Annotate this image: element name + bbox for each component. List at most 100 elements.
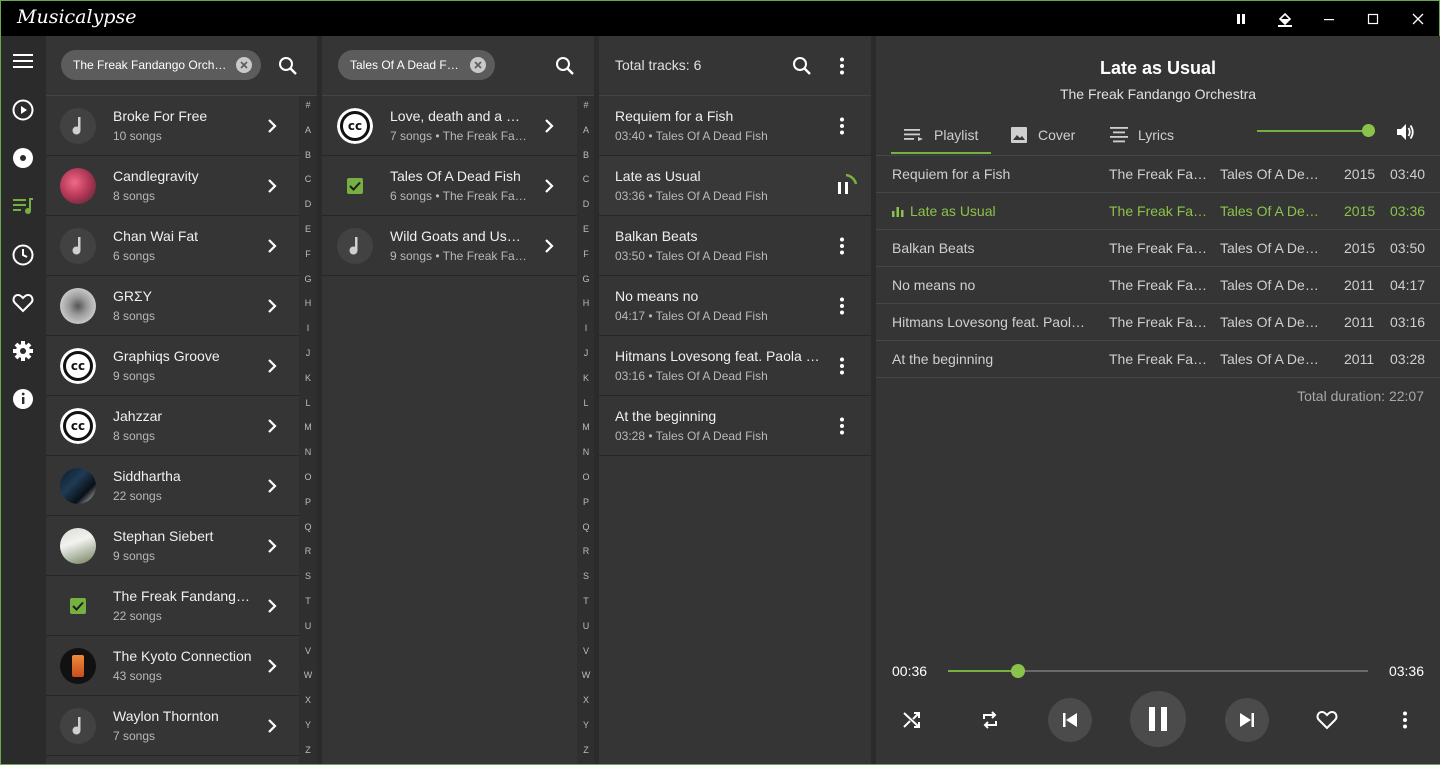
track-search-button[interactable] [787, 51, 817, 81]
theme-button[interactable] [1270, 5, 1300, 33]
artist-list-item[interactable]: GRΣY 8 songs [46, 276, 299, 336]
titlebar-pause-button[interactable] [1226, 5, 1256, 33]
alphabet-letter[interactable]: K [299, 373, 317, 383]
chevron-right-icon[interactable] [260, 174, 284, 198]
favorite-button[interactable] [1313, 706, 1341, 734]
artist-list-item[interactable]: Stephan Siebert 9 songs [46, 516, 299, 576]
playlist-row[interactable]: At the beginning The Freak Fandango Orche… [876, 341, 1440, 378]
alphabet-letter[interactable]: X [299, 695, 317, 705]
artist-list-item[interactable]: The Kyoto Connection 43 songs [46, 636, 299, 696]
alphabet-letter[interactable]: O [577, 472, 594, 482]
alphabet-letter[interactable]: T [577, 596, 594, 606]
volume-button[interactable] [1392, 119, 1418, 145]
track-list-item[interactable]: Hitmans Lovesong feat. Paola Giannini 03:… [599, 336, 871, 396]
alphabet-letter[interactable]: D [577, 199, 594, 209]
alphabet-letter[interactable]: J [299, 348, 317, 358]
alphabet-letter[interactable]: I [577, 323, 594, 333]
artist-alphabet-index[interactable]: # A B C D E F G H I J K L M N O P Q R S T U V W X Y Z [299, 96, 317, 764]
menu-button[interactable] [8, 46, 38, 76]
album-list-item[interactable]: cc Love, death and a dream 7 songs • The F… [322, 96, 577, 156]
alphabet-letter[interactable]: H [577, 298, 594, 308]
tab-cover[interactable]: Cover [1010, 116, 1075, 154]
alphabet-letter[interactable]: R [299, 546, 317, 556]
track-list-item[interactable]: No means no 04:17 • Tales Of A Dead Fish [599, 276, 871, 336]
volume-slider[interactable] [1257, 124, 1375, 137]
alphabet-letter[interactable]: Y [577, 720, 594, 730]
alphabet-letter[interactable]: W [577, 670, 594, 680]
alphabet-letter[interactable]: G [577, 274, 594, 284]
alphabet-letter[interactable]: Q [299, 522, 317, 532]
alphabet-letter[interactable]: R [577, 546, 594, 556]
alphabet-letter[interactable]: Y [299, 720, 317, 730]
next-button[interactable] [1225, 698, 1269, 742]
chevron-right-icon[interactable] [260, 114, 284, 138]
chevron-right-icon[interactable] [537, 174, 561, 198]
track-list-item[interactable]: Late as Usual 03:36 • Tales Of A Dead Fis… [599, 156, 871, 216]
alphabet-letter[interactable]: T [299, 596, 317, 606]
nav-library[interactable] [8, 191, 38, 221]
chevron-right-icon[interactable] [260, 294, 284, 318]
artist-list-item[interactable]: The Freak Fandango Orchestra 22 songs [46, 576, 299, 636]
chevron-right-icon[interactable] [260, 414, 284, 438]
shuffle-button[interactable] [898, 706, 926, 734]
nav-albums[interactable] [8, 143, 38, 173]
seek-bar-thumb[interactable] [1011, 664, 1026, 678]
alphabet-letter[interactable]: D [299, 199, 317, 209]
chevron-right-icon[interactable] [260, 474, 284, 498]
alphabet-letter[interactable]: M [577, 422, 594, 432]
playlist-row[interactable]: No means no The Freak Fandango Orchestra T… [876, 267, 1440, 304]
artist-filter-chip[interactable]: The Freak Fandango Orchestra [61, 50, 261, 80]
chevron-right-icon[interactable] [260, 714, 284, 738]
alphabet-letter[interactable]: U [577, 621, 594, 631]
alphabet-letter[interactable]: # [299, 100, 317, 110]
chevron-right-icon[interactable] [260, 234, 284, 258]
alphabet-letter[interactable]: A [299, 125, 317, 135]
album-search-button[interactable] [550, 51, 580, 81]
alphabet-letter[interactable]: W [299, 670, 317, 680]
alphabet-letter[interactable]: K [577, 373, 594, 383]
playlist-row[interactable]: Balkan Beats The Freak Fandango Orchestra… [876, 230, 1440, 267]
chip-clear-icon[interactable] [470, 57, 486, 73]
tab-playlist[interactable]: Playlist [904, 116, 978, 154]
alphabet-letter[interactable]: A [577, 125, 594, 135]
alphabet-letter[interactable]: L [299, 398, 317, 408]
artist-list-item[interactable]: Candlegravity 8 songs [46, 156, 299, 216]
alphabet-letter[interactable]: V [299, 646, 317, 656]
track-menu-button[interactable] [830, 354, 854, 378]
chevron-right-icon[interactable] [260, 594, 284, 618]
alphabet-letter[interactable]: E [577, 224, 594, 234]
alphabet-letter[interactable]: O [299, 472, 317, 482]
track-menu-button[interactable] [830, 234, 854, 258]
track-menu-button[interactable] [830, 294, 854, 318]
alphabet-letter[interactable]: S [299, 571, 317, 581]
alphabet-letter[interactable]: C [577, 174, 594, 184]
play-pause-button[interactable] [1130, 691, 1186, 747]
artist-list-item[interactable]: Waylon Thornton 7 songs [46, 696, 299, 756]
volume-slider-thumb[interactable] [1362, 124, 1375, 137]
chevron-right-icon[interactable] [260, 354, 284, 378]
alphabet-letter[interactable]: V [577, 646, 594, 656]
alphabet-letter[interactable]: X [577, 695, 594, 705]
maximize-button[interactable] [1358, 5, 1388, 33]
chevron-right-icon[interactable] [537, 234, 561, 258]
alphabet-letter[interactable]: I [299, 323, 317, 333]
alphabet-letter[interactable]: U [299, 621, 317, 631]
alphabet-letter[interactable]: N [577, 447, 594, 457]
track-menu-button[interactable] [830, 114, 854, 138]
alphabet-letter[interactable]: L [577, 398, 594, 408]
tracks-menu-button[interactable] [827, 51, 857, 81]
chevron-right-icon[interactable] [260, 654, 284, 678]
alphabet-letter[interactable]: P [577, 497, 594, 507]
artist-list-item[interactable]: cc Jahzzar 8 songs [46, 396, 299, 456]
artist-list-item[interactable]: Chan Wai Fat 6 songs [46, 216, 299, 276]
alphabet-letter[interactable]: P [299, 497, 317, 507]
alphabet-letter[interactable]: Q [577, 522, 594, 532]
artist-search-button[interactable] [273, 51, 303, 81]
artist-list-item[interactable]: cc Graphiqs Groove 9 songs [46, 336, 299, 396]
seek-bar[interactable] [948, 664, 1368, 678]
alphabet-letter[interactable]: G [299, 274, 317, 284]
nav-history[interactable] [8, 240, 38, 270]
nav-now-playing[interactable] [8, 95, 38, 125]
nav-favorites[interactable] [8, 288, 38, 318]
close-button[interactable] [1403, 5, 1433, 33]
